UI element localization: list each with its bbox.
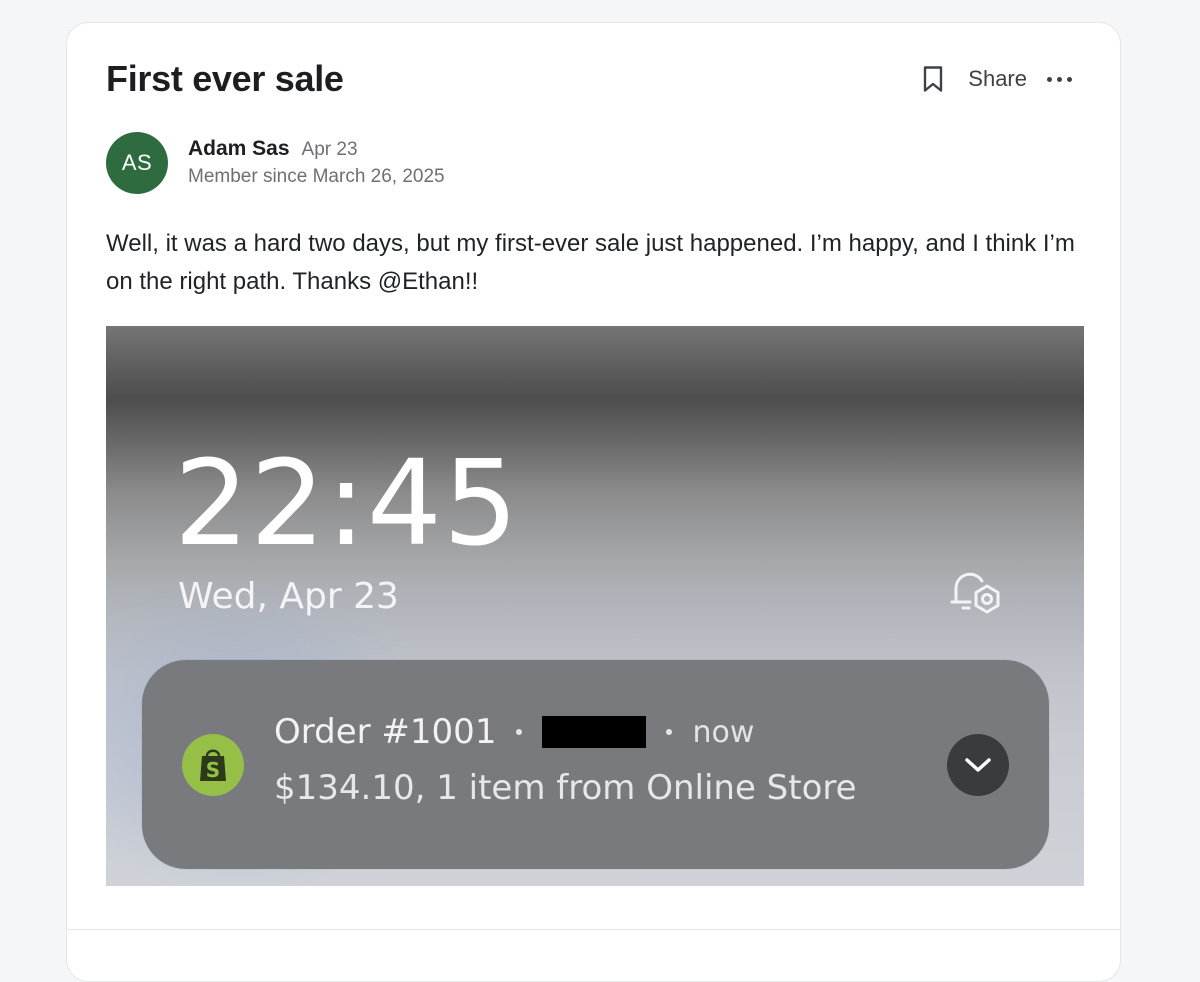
member-since: Member since March 26, 2025 (188, 166, 445, 187)
shopify-bag-icon: S (182, 734, 244, 796)
notification-time: now (692, 714, 755, 750)
lockscreen-date: Wed, Apr 23 (178, 576, 399, 617)
notification-header: Order #1001 now (274, 712, 754, 752)
svg-text:S: S (206, 758, 220, 782)
post-date: Apr 23 (301, 139, 358, 160)
order-notification[interactable]: S Order #1001 now $134.10, 1 item from O… (142, 660, 1049, 869)
post-card: First ever sale Share AS Adam Sas Apr 23… (66, 22, 1121, 982)
author-meta: Adam Sas Apr 23 Member since March 26, 2… (188, 137, 445, 188)
separator-dot (516, 729, 523, 735)
notification-detail: $134.10, 1 item from Online Store (274, 768, 857, 808)
alarm-settings-icon (950, 572, 1000, 614)
more-options-button[interactable] (1043, 64, 1076, 94)
expand-notification-button[interactable] (947, 734, 1009, 796)
order-number: Order #1001 (274, 712, 497, 752)
chevron-down-icon (965, 758, 991, 772)
post-body: Well, it was a hard two days, but my fir… (106, 230, 1075, 295)
author-block: AS Adam Sas Apr 23 Member since March 26… (106, 132, 445, 194)
avatar[interactable]: AS (106, 132, 168, 194)
attached-screenshot[interactable]: 22:45 Wed, Apr 23 S Order #1001 now $134… (106, 326, 1084, 886)
redacted-block (542, 716, 647, 748)
post-actions: Share (918, 61, 1076, 97)
more-horizontal-icon (1047, 76, 1052, 82)
share-button[interactable]: Share (968, 66, 1027, 92)
post-title: First ever sale (106, 58, 344, 99)
bookmark-button[interactable] (918, 62, 948, 96)
separator-dot (666, 729, 673, 735)
bookmark-icon (924, 66, 943, 92)
card-divider (67, 929, 1120, 930)
lockscreen-clock: 22:45 (174, 434, 520, 572)
author-name[interactable]: Adam Sas (188, 137, 290, 161)
